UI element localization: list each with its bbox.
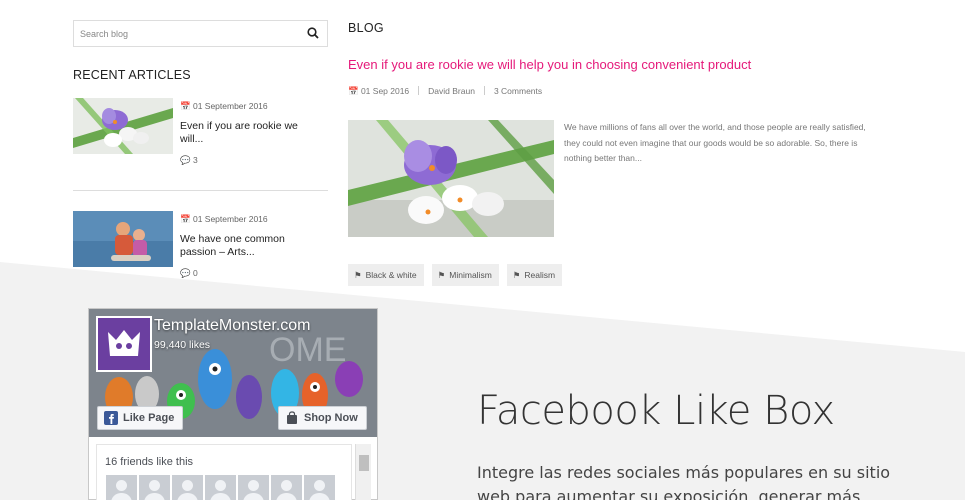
post-tags: ⚑ Black & white ⚑ Minimalism ⚑ Realism	[348, 264, 563, 286]
calendar-icon: 📅	[180, 214, 191, 224]
friend-avatar[interactable]	[139, 475, 170, 500]
recent-articles-heading: RECENT ARTICLES	[73, 68, 191, 82]
tag-link[interactable]: ⚑ Black & white	[348, 264, 424, 286]
article-thumbnail[interactable]	[73, 211, 173, 267]
friends-faces	[106, 475, 335, 500]
post-image[interactable]	[348, 120, 554, 237]
calendar-icon: 📅	[180, 101, 191, 111]
post-meta: 📅 01 Sep 2016 David Braun 3 Comments	[348, 86, 542, 97]
meta-separator	[483, 86, 485, 95]
tag-link[interactable]: ⚑ Minimalism	[431, 264, 499, 286]
scrollbar-thumb[interactable]	[359, 455, 369, 471]
tag-icon: ⚑	[354, 270, 362, 280]
article-date: 📅 01 September 2016	[180, 214, 268, 224]
tag-icon: ⚑	[437, 270, 446, 280]
friends-panel: 16 friends like this	[96, 444, 352, 500]
article-title[interactable]: Even if you are rookie we will...	[180, 120, 320, 146]
divider	[73, 190, 328, 191]
friend-avatar[interactable]	[172, 475, 203, 500]
article-title[interactable]: We have one common passion – Arts...	[180, 233, 320, 259]
search-input[interactable]	[74, 21, 294, 46]
section-title: Facebook Like Box	[477, 388, 835, 434]
facebook-like-box: OME TemplateMonster.com 99,440 likes Lik…	[88, 308, 378, 500]
page-name[interactable]: TemplateMonster.com	[154, 317, 311, 335]
friends-count[interactable]: 16 friends like this	[105, 456, 193, 468]
shop-now-button[interactable]: Shop Now	[278, 406, 367, 430]
friend-avatar[interactable]	[304, 475, 335, 500]
article-date: 📅 01 September 2016	[180, 101, 268, 111]
search-box[interactable]	[73, 20, 328, 47]
friend-avatar[interactable]	[271, 475, 302, 500]
page-avatar[interactable]	[96, 316, 152, 372]
post-author[interactable]: David Braun	[428, 86, 475, 97]
friend-avatar[interactable]	[238, 475, 269, 500]
shopping-bag-icon	[287, 411, 297, 424]
facebook-icon	[104, 411, 118, 425]
post-comments[interactable]: 3 Comments	[494, 86, 542, 97]
comments-icon: 💬	[180, 268, 191, 278]
calendar-icon: 📅	[348, 86, 361, 96]
section-text: Integre las redes sociales más populares…	[477, 463, 891, 500]
post-excerpt: We have millions of fans all over the wo…	[564, 122, 866, 163]
article-comments[interactable]: 💬 3	[180, 155, 198, 166]
search-icon[interactable]	[307, 27, 319, 39]
blog-heading: BLOG	[348, 21, 384, 35]
like-page-button[interactable]: Like Page	[97, 406, 184, 430]
friend-avatar[interactable]	[205, 475, 236, 500]
article-thumbnail[interactable]	[73, 98, 173, 154]
tag-icon: ⚑	[512, 270, 521, 280]
comments-icon: 💬	[180, 155, 191, 165]
post-date: 01 Sep 2016	[360, 86, 410, 96]
friend-avatar[interactable]	[106, 475, 137, 500]
post-title[interactable]: Even if you are rookie we will help you …	[348, 57, 751, 72]
article-comments[interactable]: 💬 0	[180, 268, 198, 279]
svg-text:OME: OME	[269, 331, 346, 369]
friends-scrollbar[interactable]	[355, 444, 371, 500]
page-likes: 99,440 likes	[154, 339, 211, 351]
tag-link[interactable]: ⚑ Realism	[506, 264, 563, 286]
meta-separator	[418, 86, 420, 95]
